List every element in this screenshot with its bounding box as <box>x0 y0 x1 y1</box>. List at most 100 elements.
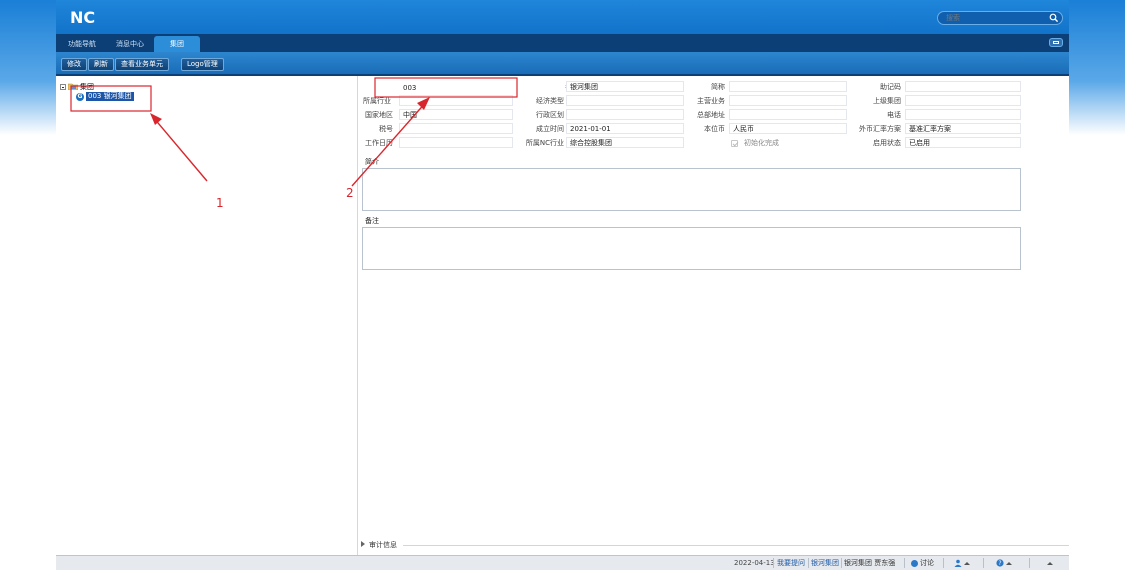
tab-message-center[interactable]: 消息中心 <box>108 36 152 52</box>
discuss-button[interactable]: 讨论 <box>911 556 934 570</box>
annotation-number-1: 1 <box>216 196 224 210</box>
status-separator <box>808 558 809 568</box>
code-field[interactable]: 003 <box>399 82 513 93</box>
founded-label: 成立时间 <box>536 125 564 133</box>
status-separator <box>1029 558 1030 568</box>
refresh-button[interactable]: 刷新 <box>88 58 114 71</box>
group-tree-panel: 集团 G 003 银河集团 <box>56 76 358 555</box>
page-right-gradient <box>1069 0 1125 135</box>
tax-field[interactable] <box>399 123 513 134</box>
parent-group-field[interactable] <box>905 95 1021 106</box>
country-field[interactable]: 中国 <box>399 109 513 120</box>
tab-bar: 功能导航 消息中心 集团 <box>56 34 1069 52</box>
tree-root-node[interactable]: 集团 <box>60 82 94 91</box>
region-label: 行政区划 <box>536 111 564 119</box>
search-input[interactable] <box>946 13 1042 23</box>
user-menu-button[interactable] <box>954 556 970 570</box>
group-link[interactable]: 银河集团 <box>811 556 839 570</box>
tree-root-label: 集团 <box>80 82 94 91</box>
tax-label: 税号 <box>379 125 393 133</box>
currency-label: 本位币 <box>704 125 725 133</box>
tree-node-003[interactable]: G 003 银河集团 <box>76 92 134 101</box>
founded-field[interactable]: 2021-01-01 <box>566 123 684 134</box>
chat-icon <box>911 559 918 567</box>
status-separator <box>841 558 842 568</box>
caret-up-icon <box>1006 561 1012 565</box>
calendar-label: 工作日历 <box>365 139 393 147</box>
hq-address-label: 总部地址 <box>697 111 725 119</box>
short-name-field[interactable] <box>729 81 847 92</box>
restore-icon <box>1053 41 1059 44</box>
remark-textarea[interactable] <box>362 227 1021 270</box>
industry-label: 所属行业 <box>363 97 391 105</box>
industry-field[interactable] <box>399 95 513 106</box>
region-field[interactable] <box>566 109 684 120</box>
feedback-link[interactable]: 我要提问 <box>777 556 805 570</box>
group-detail-form: 编码 003 名称 银河集团 简称 助记码 所属行业 经济类型 主营业务 上级集… <box>359 76 1069 555</box>
page-left-gradient <box>0 0 56 135</box>
remark-label: 备注 <box>365 217 379 225</box>
expand-panel-button[interactable] <box>1045 556 1053 570</box>
app-header: NC <box>56 0 1069 34</box>
country-label: 国家地区 <box>365 111 393 119</box>
status-separator <box>943 558 944 568</box>
fx-scheme-field[interactable]: 基准汇率方案 <box>905 123 1021 134</box>
audit-info-label: 审计信息 <box>369 541 397 549</box>
intro-label: 简介 <box>365 158 379 166</box>
mnemonic-field[interactable] <box>905 81 1021 92</box>
nc-industry-field[interactable]: 综合控股集团 <box>566 137 684 148</box>
nc-app-window: NC 功能导航 消息中心 集团 修改 刷新 查看业务单元 Logo管理 集团 <box>56 0 1069 570</box>
audit-info-section[interactable]: 审计信息 <box>359 539 1069 551</box>
current-date: 2022-04-13 <box>734 559 775 567</box>
econ-type-label: 经济类型 <box>536 97 564 105</box>
short-name-label: 简称 <box>711 83 725 91</box>
search-icon[interactable] <box>1049 13 1059 23</box>
phone-label: 电话 <box>887 111 901 119</box>
name-field[interactable]: 银河集团 <box>566 81 684 92</box>
status-separator <box>983 558 984 568</box>
annotation-number-2: 2 <box>346 186 354 200</box>
main-business-field[interactable] <box>729 95 847 106</box>
nc-logo: NC <box>70 8 96 27</box>
view-business-unit-button[interactable]: 查看业务单元 <box>115 58 169 71</box>
calendar-field[interactable] <box>399 137 513 148</box>
tab-function-nav[interactable]: 功能导航 <box>60 36 104 52</box>
help-menu-button[interactable]: ? <box>996 556 1012 570</box>
nc-industry-label: 所属NC行业 <box>525 139 564 147</box>
parent-group-label: 上级集团 <box>873 97 901 105</box>
logo-manage-button[interactable]: Logo管理 <box>181 58 224 71</box>
tree-node-label[interactable]: 003 银河集团 <box>86 92 134 101</box>
toolbar: 修改 刷新 查看业务单元 Logo管理 <box>56 52 1069 76</box>
restore-window-button[interactable] <box>1049 38 1063 47</box>
status-bar: 2022-04-13 我要提问 银河集团 银河集团 贾东强 讨论 ? <box>56 555 1069 570</box>
audit-divider <box>403 545 1069 546</box>
collapse-icon[interactable] <box>60 83 66 90</box>
phone-field[interactable] <box>905 109 1021 120</box>
mnemonic-label: 助记码 <box>880 83 901 91</box>
main-business-label: 主营业务 <box>697 97 725 105</box>
caret-up-icon <box>964 561 970 565</box>
status-separator <box>773 558 774 568</box>
init-complete-label: 初始化完成 <box>744 139 779 147</box>
currency-field[interactable]: 人民币 <box>729 123 847 134</box>
econ-type-field[interactable] <box>566 95 684 106</box>
tab-group[interactable]: 集团 <box>154 36 200 52</box>
folder-icon <box>68 83 78 90</box>
status-separator <box>904 558 905 568</box>
search-box[interactable] <box>937 11 1063 25</box>
help-icon: ? <box>996 559 1004 567</box>
init-complete-checkbox[interactable] <box>731 140 738 147</box>
fx-scheme-label: 外币汇率方案 <box>859 125 901 133</box>
edit-button[interactable]: 修改 <box>61 58 87 71</box>
expand-arrow-icon[interactable] <box>361 541 365 547</box>
discuss-label: 讨论 <box>920 559 934 567</box>
status-field[interactable]: 已启用 <box>905 137 1021 148</box>
current-user[interactable]: 银河集团 贾东强 <box>844 556 895 570</box>
user-icon <box>954 559 962 567</box>
caret-up-icon <box>1047 561 1053 565</box>
group-g-icon: G <box>76 92 84 101</box>
svg-text:?: ? <box>998 560 1001 567</box>
hq-address-field[interactable] <box>729 109 847 120</box>
status-label: 启用状态 <box>873 139 901 147</box>
intro-textarea[interactable] <box>362 168 1021 211</box>
